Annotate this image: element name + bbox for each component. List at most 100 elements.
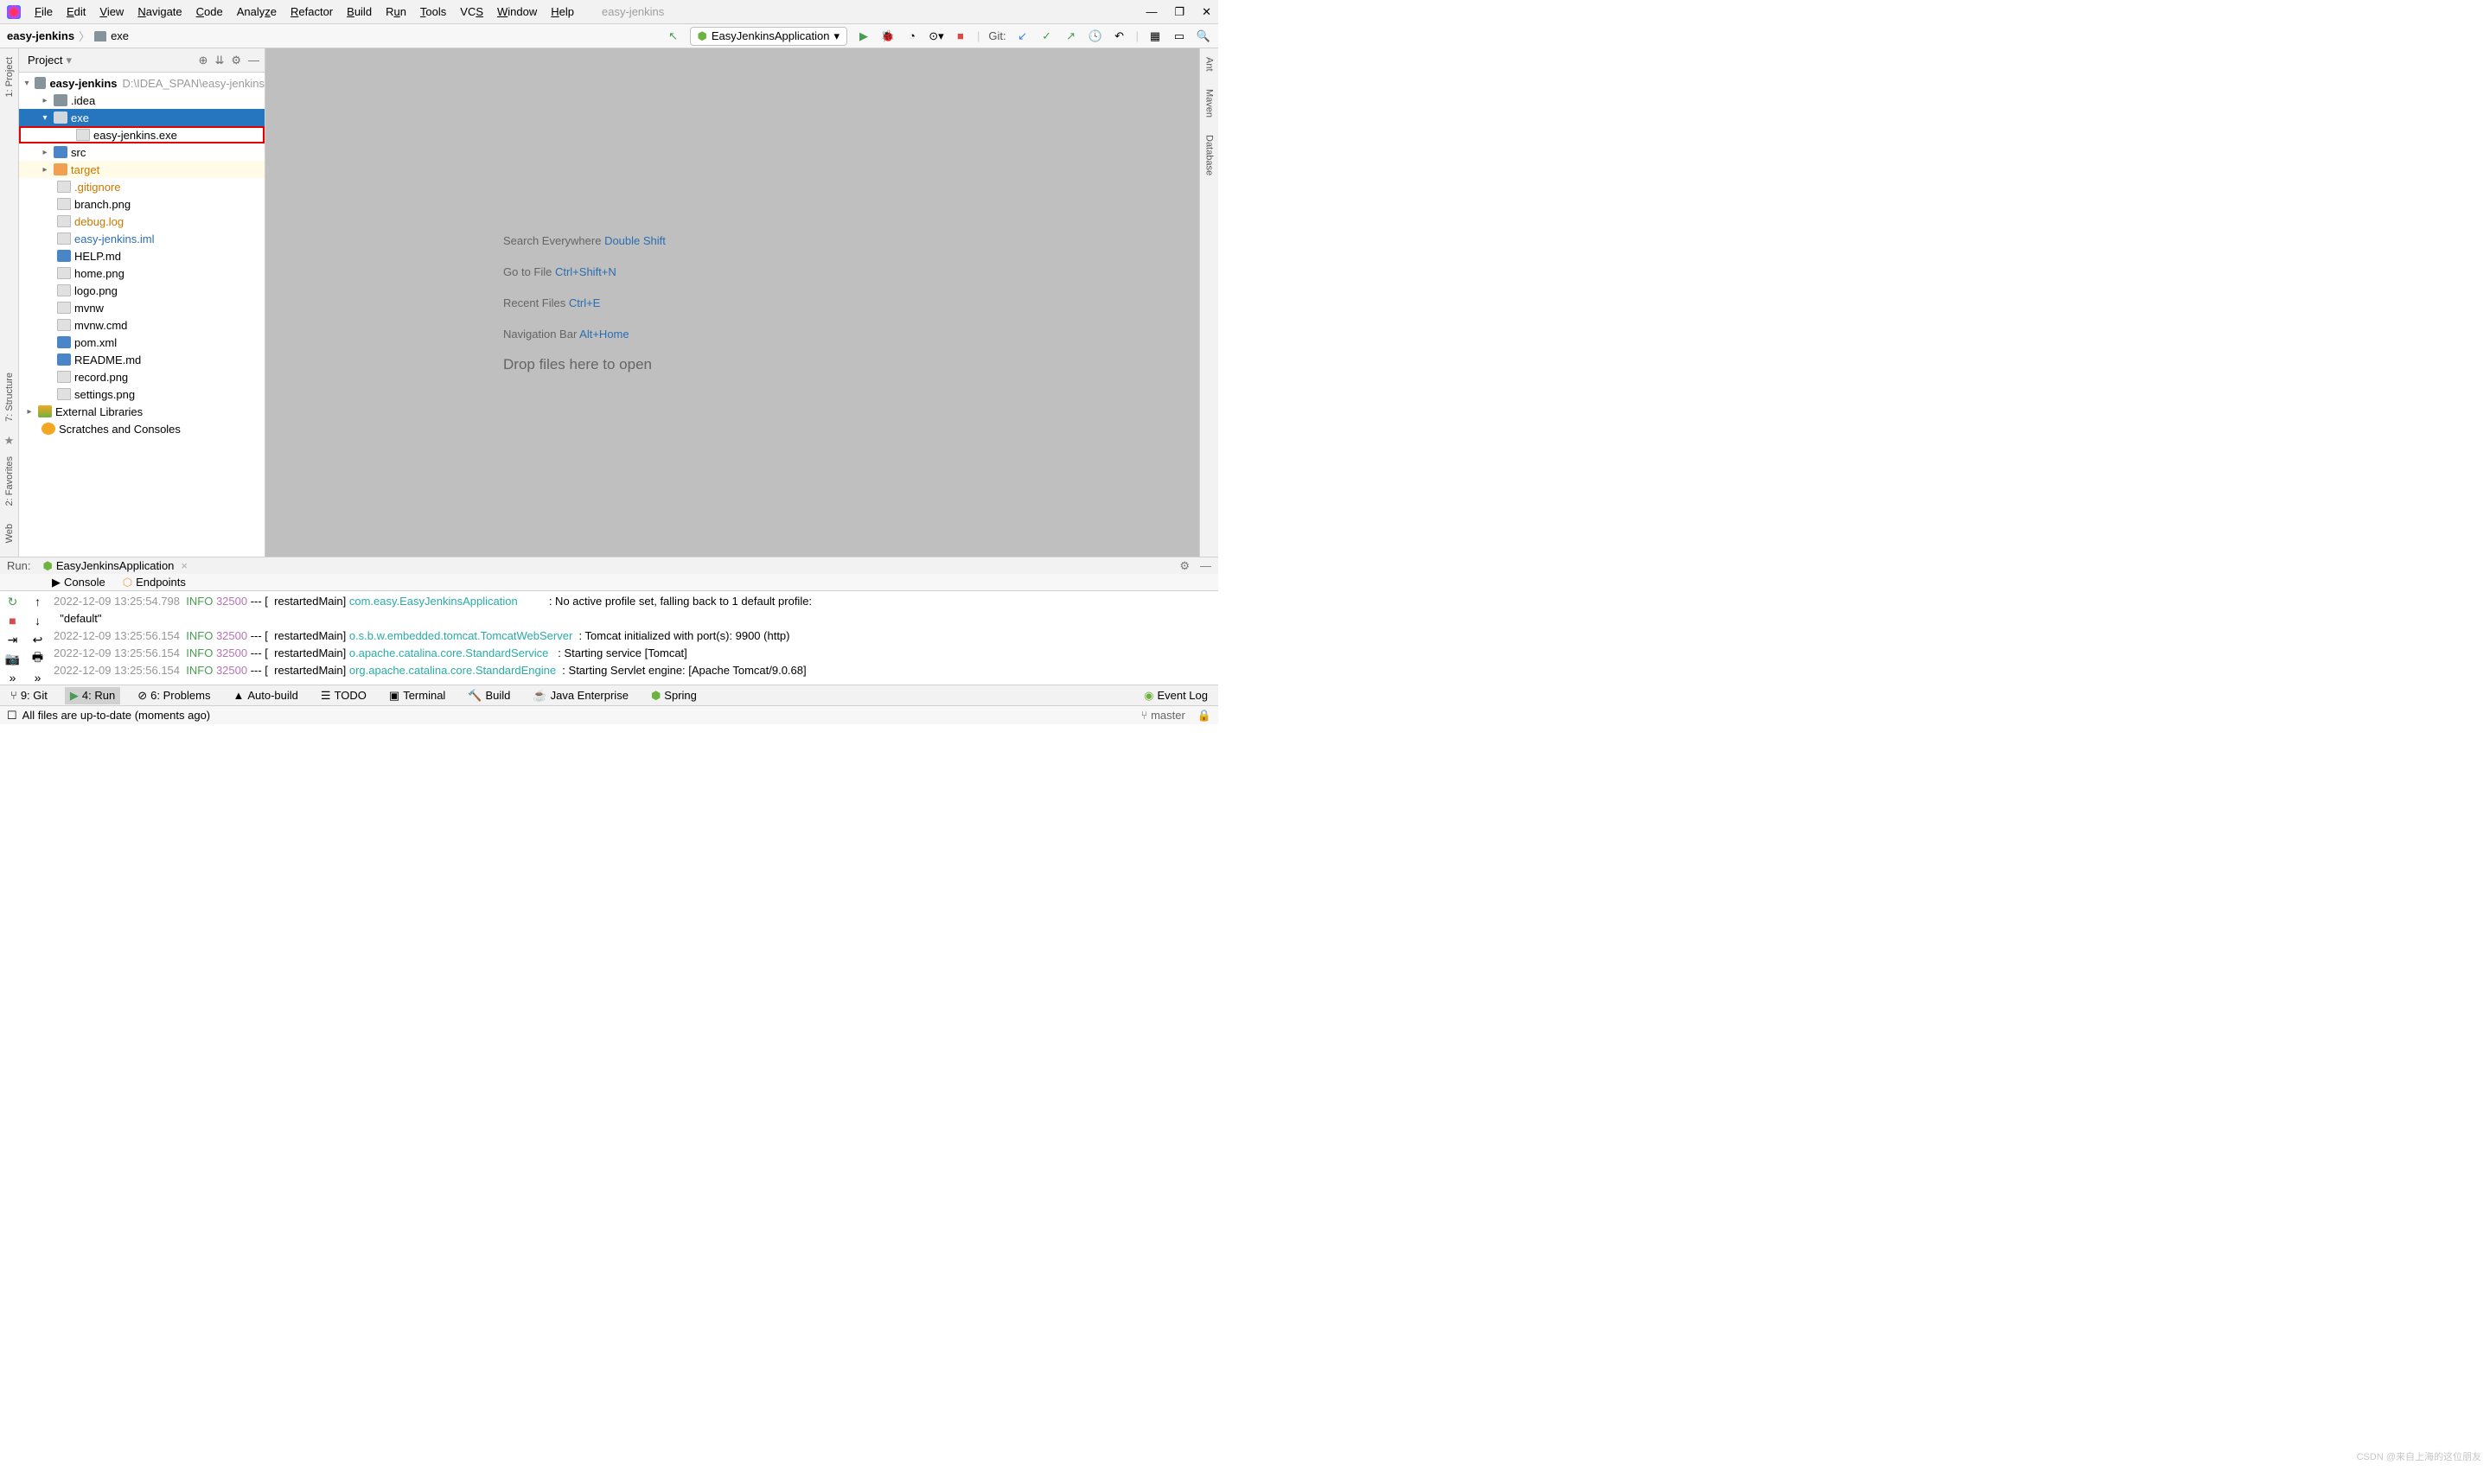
breadcrumb-root[interactable]: easy-jenkins	[7, 29, 74, 42]
tree-src[interactable]: ▸ src	[19, 143, 265, 161]
camera-icon[interactable]: 📷	[6, 652, 20, 666]
menu-code[interactable]: Code	[189, 5, 230, 18]
ide-settings-icon[interactable]: ▦	[1147, 29, 1163, 44]
btab-javaee[interactable]: ☕Java Enterprise	[527, 687, 634, 704]
tree-pom[interactable]: pom.xml	[19, 334, 265, 351]
tree-help-md[interactable]: HELP.md	[19, 247, 265, 264]
tree-record-png[interactable]: record.png	[19, 368, 265, 385]
tree-gitignore[interactable]: .gitignore	[19, 178, 265, 195]
menu-edit[interactable]: Edit	[60, 5, 93, 18]
stop-icon[interactable]: ■	[6, 614, 20, 627]
build-hammer-icon[interactable]: ↖	[666, 29, 681, 44]
wrap-icon[interactable]: ↩	[31, 633, 45, 646]
settings-gear-icon[interactable]: ⚙	[231, 54, 241, 67]
tree-target[interactable]: ▸ target	[19, 161, 265, 178]
menu-analyze[interactable]: Analyze	[230, 5, 284, 18]
locate-icon[interactable]: ⊕	[199, 54, 208, 67]
tree-home-png[interactable]: home.png	[19, 264, 265, 282]
tree-readme[interactable]: README.md	[19, 351, 265, 368]
btab-spring[interactable]: ⬢Spring	[646, 687, 702, 704]
git-revert-icon[interactable]: ↶	[1112, 29, 1127, 44]
search-everywhere-icon[interactable]: 🔍	[1196, 29, 1211, 44]
tree-settings-png[interactable]: settings.png	[19, 385, 265, 403]
rail-ant[interactable]: Ant	[1203, 48, 1216, 80]
stop-button[interactable]: ■	[953, 29, 968, 44]
rail-database[interactable]: Database	[1203, 126, 1216, 184]
tree-exe-folder[interactable]: ▾ exe	[19, 109, 265, 126]
tree-logo-png[interactable]: logo.png	[19, 282, 265, 299]
menu-build[interactable]: Build	[340, 5, 379, 18]
rail-project[interactable]: 1: Project	[3, 48, 16, 105]
tree-branch-png[interactable]: branch.png	[19, 195, 265, 213]
menu-refactor[interactable]: Refactor	[284, 5, 340, 18]
menu-tools[interactable]: Tools	[413, 5, 453, 18]
tree-external-libraries[interactable]: ▸ External Libraries	[19, 403, 265, 420]
rail-maven[interactable]: Maven	[1203, 80, 1216, 126]
project-tree[interactable]: ▾ easy-jenkins D:\IDEA_SPAN\easy-jenkins…	[19, 73, 265, 557]
git-branch-widget[interactable]: ⑂ master	[1141, 709, 1185, 723]
print-icon[interactable]: 🖶	[31, 652, 45, 666]
tree-scratches[interactable]: Scratches and Consoles	[19, 420, 265, 437]
git-commit-icon[interactable]: ✓	[1039, 29, 1055, 44]
btab-git[interactable]: ⑂9: Git	[5, 687, 53, 704]
down-icon[interactable]: ↓	[31, 614, 45, 627]
menu-view[interactable]: View	[93, 5, 131, 18]
lock-icon[interactable]: 🔒	[1197, 709, 1211, 723]
exit-icon[interactable]: ⇥	[6, 633, 20, 646]
tree-iml[interactable]: easy-jenkins.iml	[19, 230, 265, 247]
up-icon[interactable]: ↑	[31, 595, 45, 608]
rail-web[interactable]: Web	[3, 515, 16, 551]
terminal-icon: ▣	[389, 689, 399, 703]
rail-favorites[interactable]: 2: Favorites	[3, 448, 16, 514]
tree-exe-file[interactable]: easy-jenkins.exe	[19, 126, 265, 143]
tree-mvnw[interactable]: mvnw	[19, 299, 265, 316]
settings-gear-icon[interactable]: ⚙	[1179, 559, 1190, 573]
btab-autobuild[interactable]: ▲Auto-build	[227, 687, 303, 704]
tree-idea[interactable]: ▸ .idea	[19, 92, 265, 109]
btab-todo[interactable]: ☰TODO	[316, 687, 372, 704]
rerun-icon[interactable]: ↻	[6, 595, 20, 608]
tree-debug-log[interactable]: debug.log	[19, 213, 265, 230]
console-output[interactable]: 2022-12-09 13:25:54.798 INFO 32500 --- […	[50, 591, 1218, 685]
git-update-icon[interactable]: ↙	[1015, 29, 1031, 44]
more-icon[interactable]: »	[31, 671, 45, 685]
menu-file[interactable]: File	[28, 5, 60, 18]
more-icon[interactable]: »	[6, 671, 20, 685]
run-config-selector[interactable]: ⬢ EasyJenkinsApplication ▾	[690, 27, 847, 46]
status-indicator-icon[interactable]: ☐	[7, 709, 17, 723]
menu-window[interactable]: Window	[490, 5, 544, 18]
endpoints-tab[interactable]: ⬡Endpoints	[123, 576, 186, 589]
btab-eventlog[interactable]: ◉Event Log	[1139, 687, 1213, 704]
minimize-icon[interactable]: —	[1146, 5, 1157, 19]
btab-terminal[interactable]: ▣Terminal	[384, 687, 450, 704]
close-icon[interactable]: ✕	[1202, 5, 1211, 19]
tree-root[interactable]: ▾ easy-jenkins D:\IDEA_SPAN\easy-jenkins	[19, 74, 265, 92]
collapse-icon[interactable]: ⇊	[214, 54, 224, 67]
menu-navigate[interactable]: Navigate	[131, 5, 188, 18]
project-structure-icon[interactable]: ▭	[1172, 29, 1187, 44]
tree-mvnw-cmd[interactable]: mvnw.cmd	[19, 316, 265, 334]
run-tab[interactable]: ⬢ EasyJenkinsApplication ×	[37, 559, 193, 573]
rail-structure[interactable]: 7: Structure	[3, 364, 16, 430]
menu-help[interactable]: Help	[544, 5, 581, 18]
hide-icon[interactable]: —	[248, 54, 259, 67]
breadcrumb-child[interactable]: exe	[111, 29, 129, 42]
git-push-icon[interactable]: ↗	[1063, 29, 1079, 44]
breadcrumb[interactable]: easy-jenkins 〉 exe	[7, 28, 129, 44]
menu-run[interactable]: Run	[379, 5, 413, 18]
menu-vcs[interactable]: VCS	[453, 5, 490, 18]
git-history-icon[interactable]: 🕓	[1088, 29, 1103, 44]
coverage-button[interactable]: ◔	[904, 29, 920, 44]
maximize-icon[interactable]: ❐	[1174, 5, 1184, 19]
btab-problems[interactable]: ⊘6: Problems	[132, 687, 215, 704]
run-button[interactable]: ▶	[856, 29, 872, 44]
chevron-down-icon[interactable]: ▾	[66, 54, 72, 67]
console-tab[interactable]: ▶Console	[52, 576, 105, 589]
profiler-button[interactable]: ⊙▾	[929, 29, 944, 44]
btab-build[interactable]: 🔨Build	[463, 687, 515, 704]
hide-icon[interactable]: —	[1200, 559, 1211, 573]
project-panel-title[interactable]: Project	[28, 54, 62, 67]
btab-run[interactable]: ▶4: Run	[65, 687, 120, 704]
debug-button[interactable]: 🐞	[880, 29, 896, 44]
close-tab-icon[interactable]: ×	[181, 559, 188, 572]
